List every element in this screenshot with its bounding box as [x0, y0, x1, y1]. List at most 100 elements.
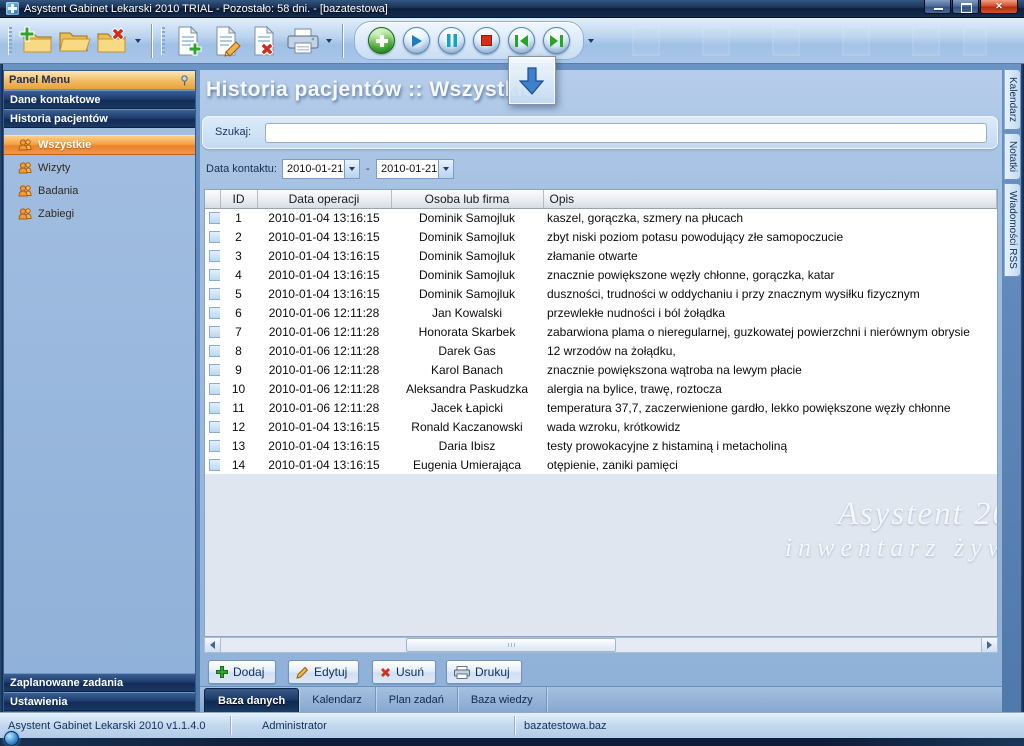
table-row[interactable]: 11 2010-01-06 12:11:28 Jacek Łapicki temper… [205, 398, 997, 417]
dropdown-arrow-icon[interactable] [588, 38, 594, 43]
table-row[interactable]: 7 2010-01-06 12:11:28 Honorata Skarbek zaba… [205, 322, 997, 341]
row-select-cell[interactable] [205, 265, 220, 284]
table-row[interactable]: 5 2010-01-04 13:16:15 Dominik Samojluk dusz… [205, 284, 997, 303]
sidebar-section-ustawienia[interactable]: Ustawienia [4, 692, 195, 711]
horizontal-scrollbar[interactable] [204, 637, 998, 653]
row-select-cell[interactable] [205, 284, 220, 303]
row-select-cell[interactable] [205, 379, 220, 398]
printer-icon [287, 28, 319, 53]
scroll-left-button[interactable] [205, 638, 221, 652]
column-select-header[interactable] [205, 190, 221, 209]
row-select-cell[interactable] [205, 227, 220, 246]
stop-button[interactable] [473, 27, 500, 54]
add-circle-button[interactable] [368, 27, 395, 54]
sidebar-item-label: Wizyty [38, 162, 71, 174]
sidebar-section-historia-pacjentow[interactable]: Historia pacjentów [4, 109, 195, 128]
cell-id: 7 [220, 322, 257, 341]
edit-button[interactable]: Edytuj [288, 660, 360, 684]
cell-opis: złamanie otwarte [543, 246, 997, 265]
record-add-button[interactable] [170, 20, 208, 62]
row-select-cell[interactable] [205, 360, 220, 379]
sidebar-section-dane-kontaktowe[interactable]: Dane kontaktowe [4, 90, 195, 109]
tab-baza-danych[interactable]: Baza danych [204, 688, 300, 712]
column-header-osoba[interactable]: Osoba lub firma [391, 190, 544, 209]
date-to-combobox[interactable]: 2010-01-21 [376, 159, 454, 179]
row-select-cell[interactable] [205, 436, 220, 455]
dropdown-button[interactable] [344, 160, 359, 178]
print-action-button[interactable]: Drukuj [446, 660, 522, 684]
cell-osoba: Jacek Łapicki [391, 398, 543, 417]
side-tab-wiadomosci-rss[interactable]: Wiadomości RSS [1004, 183, 1021, 277]
row-select-cell[interactable] [205, 417, 220, 436]
table-row[interactable]: 3 2010-01-04 13:16:15 Dominik Samojluk złam… [205, 246, 997, 265]
database-close-button[interactable] [93, 20, 131, 62]
sidebar-item-badania[interactable]: Badania [4, 181, 195, 201]
start-orb-button[interactable] [4, 731, 19, 746]
table-row[interactable]: 6 2010-01-06 12:11:28 Jan Kowalski przewlek… [205, 303, 997, 322]
table-row[interactable]: 9 2010-01-06 12:11:28 Karol Banach znacznie… [205, 360, 997, 379]
cell-data-operacji: 2010-01-06 12:11:28 [257, 303, 391, 322]
right-arrow-icon [987, 641, 992, 649]
pause-button[interactable] [438, 27, 465, 54]
add-button[interactable]: Dodaj [208, 660, 277, 684]
row-select-cell[interactable] [205, 341, 220, 360]
next-record-button[interactable] [543, 27, 570, 54]
row-select-cell[interactable] [205, 208, 220, 227]
scrollbar-track[interactable] [221, 638, 981, 652]
scroll-right-button[interactable] [981, 638, 997, 652]
search-input[interactable] [265, 123, 987, 143]
previous-icon [515, 34, 528, 47]
row-select-cell[interactable] [205, 322, 220, 341]
tab-plan-zadan[interactable]: Plan zadań [376, 687, 458, 712]
cell-osoba: Dominik Samojluk [391, 227, 543, 246]
record-delete-button[interactable] [246, 20, 284, 62]
dropdown-button[interactable] [438, 160, 453, 178]
table-row[interactable]: 4 2010-01-04 13:16:15 Dominik Samojluk znac… [205, 265, 997, 284]
row-select-cell[interactable] [205, 455, 220, 474]
table-row[interactable]: 12 2010-01-04 13:16:15 Ronald Kaczanowski w… [205, 417, 997, 436]
column-header-id[interactable]: ID [220, 190, 258, 209]
row-select-cell[interactable] [205, 246, 220, 265]
dropdown-arrow-icon[interactable] [135, 38, 141, 43]
pin-icon[interactable] [179, 74, 190, 86]
cell-osoba: Dominik Samojluk [391, 265, 543, 284]
dropdown-arrow-icon[interactable] [326, 38, 332, 43]
close-button[interactable] [980, 0, 1018, 14]
column-header-opis[interactable]: Opis [543, 190, 997, 209]
cell-id: 12 [220, 417, 257, 436]
sidebar-item-zabiegi[interactable]: Zabiegi [4, 204, 195, 224]
cell-osoba: Eugenia Umierająca [391, 455, 543, 474]
side-tab-kalendarz[interactable]: Kalendarz [1004, 69, 1021, 131]
column-header-data-operacji[interactable]: Data operacji [257, 190, 392, 209]
maximize-button[interactable] [952, 0, 979, 14]
status-app-version: Asystent Gabinet Lekarski 2010 v1.1.4.0 [8, 720, 206, 732]
table-row[interactable]: 14 2010-01-04 13:16:15 Eugenia Umierająca o… [205, 455, 997, 474]
table-row[interactable]: 10 2010-01-06 12:11:28 Aleksandra Paskudzk… [205, 379, 997, 398]
tab-baza-wiedzy[interactable]: Baza wiedzy [458, 687, 547, 712]
delete-button[interactable]: Usuń [372, 660, 437, 684]
dock-down-arrow-overlay[interactable] [508, 56, 556, 105]
table-row[interactable]: 13 2010-01-04 13:16:15 Daria Ibisz testy pr… [205, 436, 997, 455]
cell-opis: 12 wrzodów na żołądku, [543, 341, 997, 360]
play-button[interactable] [403, 27, 430, 54]
table-row[interactable]: 1 2010-01-04 13:16:15 Dominik Samojluk kasz… [205, 208, 997, 227]
record-edit-button[interactable] [208, 20, 246, 62]
previous-record-button[interactable] [508, 27, 535, 54]
print-button[interactable] [284, 20, 322, 62]
side-tab-notatki[interactable]: Notatki [1004, 133, 1021, 181]
sidebar-item-wszystkie[interactable]: Wszystkie [4, 135, 195, 155]
play-icon [411, 34, 422, 47]
row-select-cell[interactable] [205, 303, 220, 322]
minimize-button[interactable] [924, 0, 951, 14]
row-select-cell[interactable] [205, 398, 220, 417]
sidebar-item-wizyty[interactable]: Wizyty [4, 158, 195, 178]
sidebar-section-zaplanowane-zadania[interactable]: Zaplanowane zadania [4, 673, 195, 692]
database-new-button[interactable] [17, 20, 55, 62]
table-row[interactable]: 8 2010-01-06 12:11:28 Darek Gas 12 wrzodów … [205, 341, 997, 360]
scrollbar-thumb[interactable] [406, 638, 616, 652]
tab-kalendarz[interactable]: Kalendarz [299, 687, 376, 712]
status-separator [514, 716, 515, 735]
database-open-button[interactable] [55, 20, 93, 62]
date-from-combobox[interactable]: 2010-01-21 [282, 159, 360, 179]
table-row[interactable]: 2 2010-01-04 13:16:15 Dominik Samojluk zbyt… [205, 227, 997, 246]
